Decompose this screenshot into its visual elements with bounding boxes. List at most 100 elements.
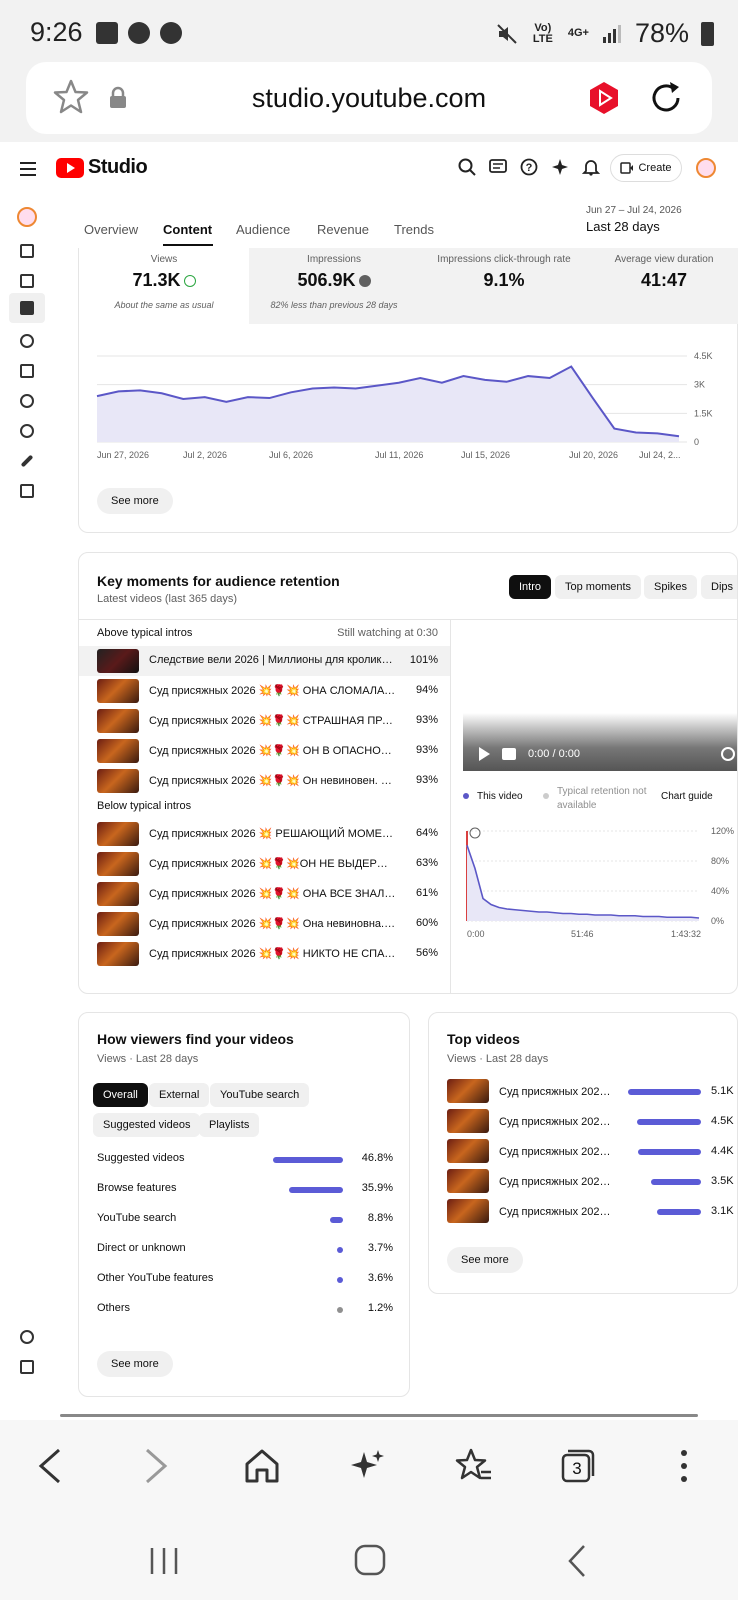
browser-toolbar: studio.youtube.com	[0, 62, 738, 142]
top-video-title: Суд присяжных 2026 💥🌹💥	[499, 1086, 611, 1098]
metric-ctr[interactable]: Impressions click-through rate 9.1%	[419, 248, 589, 324]
content-icon[interactable]	[14, 268, 40, 294]
player-settings-icon[interactable]	[721, 747, 735, 761]
top-video-row[interactable]: Суд присяжных 2026 💥🌹💥 5.1K	[447, 1079, 737, 1105]
chip-youtube-search[interactable]: YouTube search	[210, 1083, 310, 1107]
subtitles-icon[interactable]	[14, 358, 40, 384]
metric-avg-view-duration[interactable]: Average view duration 41:47	[589, 248, 738, 324]
tabs-icon[interactable]: 3	[558, 1446, 598, 1486]
address-bar[interactable]: studio.youtube.com	[26, 62, 712, 134]
chip-playlists[interactable]: Playlists	[199, 1113, 260, 1137]
video-row[interactable]: Суд присяжных 2026 💥🌹💥 ОНА ВСЕ ЗНАЛА 💥..…	[79, 879, 450, 909]
video-thumbnail	[97, 822, 139, 846]
tab-trends[interactable]: Trends	[394, 222, 434, 237]
notifications-bell-icon[interactable]	[582, 158, 600, 176]
studio-logo[interactable]: Studio	[56, 156, 148, 179]
forward-icon[interactable]	[136, 1446, 176, 1486]
find-see-more-button[interactable]: See more	[97, 1351, 173, 1377]
traffic-source-row[interactable]: YouTube search 8.8%	[97, 1212, 393, 1228]
reload-icon[interactable]	[646, 78, 686, 118]
chip-top-moments[interactable]: Top moments	[555, 575, 642, 599]
more-menu-icon[interactable]	[664, 1446, 704, 1486]
chip-suggested-videos[interactable]: Suggested videos	[93, 1113, 201, 1137]
settings-icon[interactable]	[14, 1324, 40, 1350]
chip-intro[interactable]: Intro	[509, 575, 552, 599]
video-row[interactable]: Следствие вели 2026 | Миллионы для кроли…	[79, 646, 450, 676]
traffic-source-label: Other YouTube features	[97, 1272, 214, 1284]
x-tick-label: Jul 11, 2026	[375, 450, 423, 460]
x-tick-label: Jun 27, 2026	[97, 450, 149, 460]
video-row[interactable]: Суд присяжных 2026 💥🌹💥ОН НЕ ВЫДЕРЖАЛ ...…	[79, 849, 450, 879]
metrics-see-more-button[interactable]: See more	[97, 488, 173, 514]
ai-sparkle-icon[interactable]	[348, 1446, 388, 1486]
earn-icon[interactable]	[14, 418, 40, 444]
video-thumbnail	[97, 709, 139, 733]
video-row[interactable]: Суд присяжных 2026 💥🌹💥 Он невиновен. 💥..…	[79, 766, 450, 796]
video-row[interactable]: Суд присяжных 2026 💥🌹💥 ОН В ОПАСНОСТИ ..…	[79, 736, 450, 766]
search-icon[interactable]	[458, 158, 476, 176]
dashboard-icon[interactable]	[14, 238, 40, 264]
top-video-views: 3.5K	[711, 1175, 734, 1187]
home-icon[interactable]	[242, 1446, 282, 1486]
tab-content[interactable]: Content	[163, 222, 212, 237]
metric-impressions[interactable]: Impressions 506.9K 82% less than previou…	[249, 248, 419, 324]
recents-icon[interactable]	[148, 1546, 180, 1576]
y-tick-label: 0	[694, 437, 699, 447]
top-videos-see-more-button[interactable]: See more	[447, 1247, 523, 1273]
area-fill	[97, 366, 679, 442]
traffic-source-row[interactable]: Direct or unknown 3.7%	[97, 1242, 393, 1258]
sparkle-icon[interactable]	[551, 158, 569, 176]
analytics-icon[interactable]	[9, 293, 45, 323]
chip-dips[interactable]: Dips	[701, 575, 737, 599]
video-row[interactable]: Суд присяжных 2026 💥 РЕШАЮЩИЙ МОМЕНТ ...…	[79, 819, 450, 849]
copyright-icon[interactable]	[14, 388, 40, 414]
video-thumbnail	[97, 912, 139, 936]
customization-icon[interactable]	[14, 448, 40, 474]
channel-avatar[interactable]	[14, 204, 40, 230]
video-row[interactable]: Суд присяжных 2026 💥🌹💥 ОНА СЛОМАЛАСЬ ...…	[79, 676, 450, 706]
video-player[interactable]: 0:00 / 0:00	[463, 713, 737, 771]
retention-percent: 61%	[415, 887, 438, 899]
tab-overview[interactable]: Overview	[84, 222, 138, 237]
audio-library-icon[interactable]	[14, 478, 40, 504]
metric-views[interactable]: Views 71.3K About the same as usual	[79, 248, 249, 324]
video-row[interactable]: Суд присяжных 2026 💥🌹💥 НИКТО НЕ СПАСЁТ..…	[79, 939, 450, 969]
video-row[interactable]: Суд присяжных 2026 💥🌹💥 СТРАШНАЯ ПРАВД...…	[79, 706, 450, 736]
play-icon[interactable]	[479, 747, 490, 761]
top-video-row[interactable]: Суд присяжных 2026 💥🌹💥 3.1K	[447, 1199, 737, 1225]
system-back-icon[interactable]	[566, 1544, 588, 1578]
android-nav-bar	[0, 1520, 738, 1600]
account-avatar[interactable]	[696, 158, 716, 178]
tab-revenue[interactable]: Revenue	[317, 222, 369, 237]
chip-overall[interactable]: Overall	[93, 1083, 148, 1107]
top-video-row[interactable]: Суд присяжных 2026 💥🌹💥 3.5K	[447, 1169, 737, 1195]
metric-value: 9.1%	[483, 270, 525, 290]
help-icon[interactable]: ?	[520, 158, 538, 176]
volume-icon[interactable]	[502, 748, 516, 760]
chip-external[interactable]: External	[149, 1083, 210, 1107]
horizontal-scrollbar[interactable]	[60, 1414, 698, 1417]
create-button[interactable]: Create	[610, 154, 682, 182]
home-button-icon[interactable]	[354, 1544, 386, 1576]
bookmarks-icon[interactable]	[454, 1446, 494, 1486]
top-video-row[interactable]: Суд присяжных 2026 💥🌹💥 4.4K	[447, 1139, 737, 1165]
feedback-icon[interactable]	[489, 158, 507, 176]
traffic-source-row[interactable]: Browse features 35.9%	[97, 1182, 393, 1198]
send-feedback-icon[interactable]	[14, 1354, 40, 1380]
create-label: Create	[638, 162, 672, 174]
date-range-picker[interactable]: Jun 27 – Jul 24, 2026 Last 28 days	[586, 205, 682, 234]
youtube-extension-icon[interactable]	[586, 80, 622, 116]
top-video-row[interactable]: Суд присяжных 2026 💥🌹💥 4.5K	[447, 1109, 737, 1135]
video-row[interactable]: Суд присяжных 2026 💥🌹💥 Она невиновна. 💥.…	[79, 909, 450, 939]
community-icon[interactable]	[14, 328, 40, 354]
menu-icon[interactable]	[20, 162, 36, 176]
traffic-source-row[interactable]: Others 1.2%	[97, 1302, 393, 1318]
back-icon[interactable]	[30, 1446, 70, 1486]
chart-guide-link[interactable]: Chart guide	[661, 791, 713, 802]
traffic-source-row[interactable]: Other YouTube features 3.6%	[97, 1272, 393, 1288]
retention-percent: 93%	[415, 774, 438, 786]
traffic-source-row[interactable]: Suggested videos 46.8%	[97, 1152, 393, 1168]
chip-spikes[interactable]: Spikes	[644, 575, 698, 599]
tab-audience[interactable]: Audience	[236, 222, 290, 237]
info-icon[interactable]	[469, 827, 481, 839]
